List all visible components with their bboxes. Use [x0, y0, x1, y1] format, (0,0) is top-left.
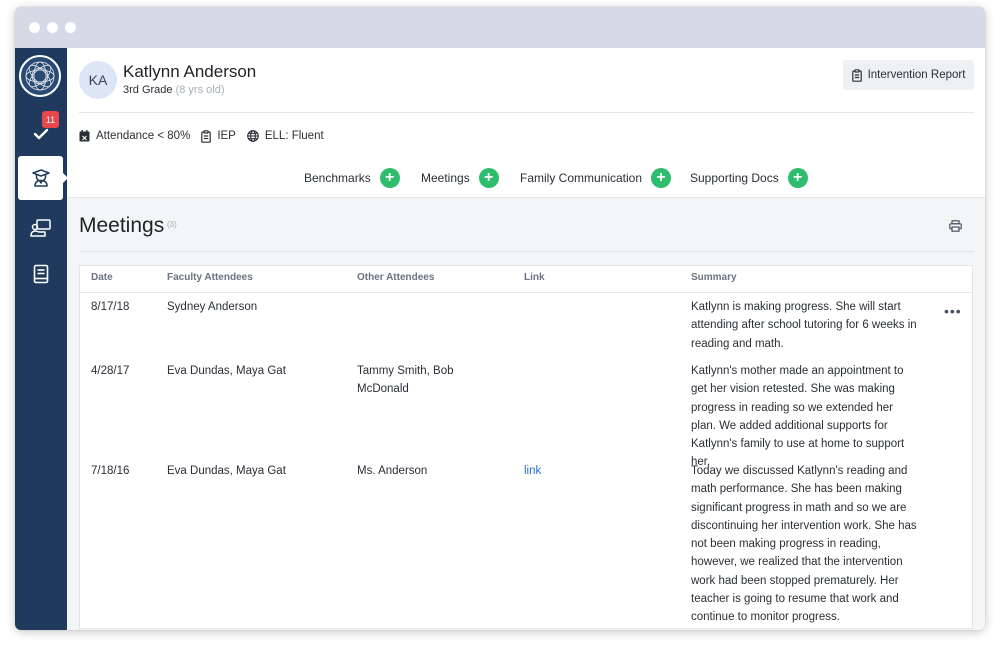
intervention-report-label: Intervention Report — [867, 69, 966, 81]
column-header-faculty[interactable]: Faculty Attendees — [167, 272, 253, 283]
notification-badge: 11 — [42, 111, 59, 128]
sidebar: 11 — [15, 48, 68, 630]
add-meeting-button[interactable]: + — [478, 167, 499, 188]
section-divider — [79, 251, 974, 252]
window-titlebar — [15, 7, 985, 48]
section-tabs: Benchmarks + Meetings + Family Communica… — [67, 158, 985, 198]
column-header-other[interactable]: Other Attendees — [357, 272, 434, 283]
print-icon — [949, 220, 962, 232]
grade-label: 3rd Grade — [123, 84, 173, 96]
sidebar-item-resources[interactable] — [15, 252, 67, 296]
student-icon — [31, 169, 50, 187]
tab-benchmarks[interactable]: Benchmarks + — [304, 158, 400, 197]
app-window: 11 KA Katlynn Anderson 3rd Grade (8 yrs … — [15, 7, 985, 630]
add-benchmark-button[interactable]: + — [379, 167, 400, 188]
tag-attendance-label: Attendance < 80% — [96, 130, 191, 142]
header-divider-line — [80, 292, 972, 293]
tag-iep-label: IEP — [217, 130, 236, 142]
calendar-icon — [79, 130, 90, 142]
row-summary: Today we discussed Katlynn's reading and… — [691, 465, 917, 624]
tab-benchmarks-label: Benchmarks — [304, 170, 371, 185]
column-header-link[interactable]: Link — [524, 272, 545, 283]
tab-supporting-docs[interactable]: Supporting Docs + — [690, 158, 808, 197]
print-button[interactable] — [949, 219, 962, 237]
column-header-date[interactable]: Date — [91, 272, 113, 283]
row-date: 7/18/16 — [91, 465, 130, 477]
book-icon — [33, 264, 49, 284]
age-label: (8 yrs old) — [175, 84, 225, 96]
intervention-report-button[interactable]: Intervention Report — [843, 60, 974, 90]
window-minimize-dot[interactable] — [47, 22, 58, 33]
tag-ell: ELL: Fluent — [247, 130, 324, 142]
sidebar-item-classroom[interactable] — [15, 206, 67, 250]
meetings-section: Meetings (3) Date Faculty Attendees Othe… — [67, 198, 985, 630]
tab-family-communication-label: Family Communication — [520, 170, 643, 185]
student-name: Katlynn Anderson — [123, 62, 257, 81]
sidebar-item-students[interactable] — [18, 156, 68, 200]
clipboard-icon — [851, 68, 862, 82]
page-title: Meetings — [79, 214, 165, 237]
meetings-count: (3) — [167, 220, 177, 229]
row-faculty: Sydney Anderson — [167, 301, 258, 313]
window-close-dot[interactable] — [29, 22, 40, 33]
add-family-communication-button[interactable]: + — [651, 167, 672, 188]
main-content: KA Katlynn Anderson 3rd Grade (8 yrs old… — [67, 48, 985, 630]
sidebar-item-tasks[interactable] — [15, 112, 67, 156]
row-faculty: Eva Dundas, Maya Gat — [167, 465, 286, 477]
tag-attendance: Attendance < 80% — [79, 130, 190, 142]
row-other-attendees: Ms. Anderson — [357, 465, 428, 477]
tab-supporting-docs-label: Supporting Docs — [690, 170, 779, 185]
clipboard-icon — [201, 129, 212, 143]
student-tags: Attendance < 80% IEP ELL: Fluent — [79, 128, 335, 144]
avatar: KA — [79, 61, 117, 99]
row-date: 4/28/17 — [91, 365, 130, 377]
row-other-attendees: Tammy Smith, Bob McDonald — [357, 365, 454, 396]
tag-iep: IEP — [201, 129, 236, 143]
meeting-link[interactable]: link — [524, 465, 541, 477]
tab-meetings-label: Meetings — [421, 170, 470, 185]
header-divider — [79, 112, 974, 113]
tab-family-communication[interactable]: Family Communication + — [520, 158, 672, 197]
add-supporting-doc-button[interactable]: + — [787, 167, 808, 188]
logo-icon — [25, 61, 55, 91]
column-header-summary[interactable]: Summary — [691, 272, 737, 283]
globe-icon — [247, 130, 259, 142]
row-link-cell: link — [524, 462, 541, 480]
app-logo[interactable] — [19, 55, 61, 97]
tag-ell-label: ELL: Fluent — [264, 130, 324, 142]
classroom-icon — [30, 219, 51, 237]
student-grade: 3rd Grade (8 yrs old) — [123, 84, 225, 96]
row-date: 8/17/18 — [91, 301, 130, 313]
meetings-table: Date Faculty Attendees Other Attendees L… — [79, 265, 973, 629]
checkmark-icon — [33, 128, 49, 140]
row-summary: Katlynn's mother made an appointment to … — [691, 365, 905, 469]
row-summary: Katlynn is making progress. She will sta… — [691, 301, 917, 350]
row-faculty: Eva Dundas, Maya Gat — [167, 365, 286, 377]
tab-meetings[interactable]: Meetings + — [421, 158, 499, 197]
window-maximize-dot[interactable] — [65, 22, 76, 33]
row-more-menu-icon[interactable]: ••• — [944, 304, 962, 318]
